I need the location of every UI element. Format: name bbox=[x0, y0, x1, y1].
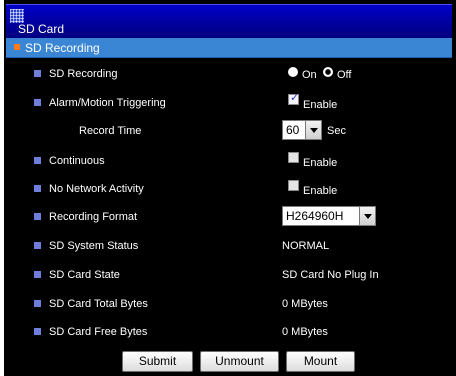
sd-card-free-bytes-value: 0 MBytes bbox=[282, 326, 328, 338]
radio-on-label: On bbox=[302, 69, 317, 81]
radio-off[interactable] bbox=[323, 67, 333, 77]
radio-off-label: Off bbox=[337, 69, 352, 81]
no-network-activity-enable-label: Enable bbox=[303, 185, 338, 197]
sd-recording-label: SD Recording bbox=[49, 68, 118, 80]
sd-card-free-bytes-label: SD Card Free Bytes bbox=[49, 326, 148, 338]
row-continuous: Continuous Enable bbox=[4, 149, 456, 177]
row-bullet-icon bbox=[34, 300, 41, 307]
recording-format-value: H264960H bbox=[286, 209, 344, 223]
no-network-activity-label: No Network Activity bbox=[49, 183, 144, 195]
row-bullet-icon bbox=[34, 271, 41, 278]
record-time-value: 60 bbox=[286, 123, 300, 137]
row-bullet-icon bbox=[34, 242, 41, 249]
chevron-down-icon bbox=[364, 214, 372, 219]
row-sd-card-free-bytes: SD Card Free Bytes 0 MBytes bbox=[4, 320, 456, 348]
record-time-unit: Sec bbox=[327, 125, 346, 137]
radio-on[interactable] bbox=[288, 67, 298, 77]
grid-icon bbox=[10, 9, 24, 23]
sd-card-total-bytes-label: SD Card Total Bytes bbox=[49, 298, 148, 310]
check-mark-icon: ✓ bbox=[290, 92, 300, 104]
submit-button[interactable]: Submit bbox=[122, 351, 193, 372]
sd-card-state-value: SD Card No Plug In bbox=[282, 269, 379, 281]
section-header: SD Recording bbox=[6, 38, 452, 58]
mount-button[interactable]: Mount bbox=[286, 351, 355, 372]
row-alarm-motion: Alarm/Motion Triggering ✓ Enable bbox=[4, 91, 456, 119]
recording-format-label: Recording Format bbox=[49, 211, 138, 223]
row-bullet-icon bbox=[34, 70, 41, 77]
sd-system-status-label: SD System Status bbox=[49, 240, 139, 252]
no-network-activity-checkbox[interactable] bbox=[288, 180, 299, 191]
row-bullet-icon bbox=[34, 99, 41, 106]
row-bullet-icon bbox=[34, 328, 41, 335]
sd-card-state-label: SD Card State bbox=[49, 269, 120, 281]
recording-format-select[interactable]: H264960H bbox=[282, 206, 376, 226]
continuous-label: Continuous bbox=[49, 155, 105, 167]
row-sd-recording: SD Recording On Off bbox=[4, 62, 456, 90]
record-time-select[interactable]: 60 bbox=[282, 120, 322, 140]
continuous-checkbox[interactable] bbox=[288, 152, 299, 163]
record-time-label: Record Time bbox=[79, 125, 142, 137]
alarm-motion-enable-label: Enable bbox=[303, 99, 338, 111]
title-bar: SD Card bbox=[6, 4, 452, 38]
row-no-network-activity: No Network Activity Enable bbox=[4, 177, 456, 205]
row-recording-format: Recording Format H264960H bbox=[4, 205, 456, 233]
row-bullet-icon bbox=[34, 213, 41, 220]
section-title: SD Recording bbox=[25, 41, 100, 55]
dropdown-button[interactable] bbox=[305, 121, 321, 139]
button-bar: Submit Unmount Mount bbox=[4, 348, 456, 376]
alarm-motion-label: Alarm/Motion Triggering bbox=[49, 97, 166, 109]
row-sd-system-status: SD System Status NORMAL bbox=[4, 234, 456, 262]
unmount-button[interactable]: Unmount bbox=[200, 351, 279, 372]
dropdown-button[interactable] bbox=[359, 207, 375, 225]
row-bullet-icon bbox=[34, 185, 41, 192]
row-sd-card-state: SD Card State SD Card No Plug In bbox=[4, 263, 456, 291]
chevron-down-icon bbox=[310, 128, 318, 133]
page-title: SD Card bbox=[18, 22, 65, 36]
row-record-time: Record Time 60 Sec bbox=[4, 119, 456, 147]
sd-card-panel: SD Card SD Recording SD Recording On Off… bbox=[0, 0, 456, 376]
sd-system-status-value: NORMAL bbox=[282, 240, 330, 252]
continuous-enable-label: Enable bbox=[303, 157, 338, 169]
row-sd-card-total-bytes: SD Card Total Bytes 0 MBytes bbox=[4, 292, 456, 320]
orange-bullet-icon bbox=[14, 44, 20, 50]
alarm-motion-checkbox[interactable]: ✓ bbox=[288, 92, 300, 105]
sd-card-total-bytes-value: 0 MBytes bbox=[282, 298, 328, 310]
row-bullet-icon bbox=[34, 157, 41, 164]
